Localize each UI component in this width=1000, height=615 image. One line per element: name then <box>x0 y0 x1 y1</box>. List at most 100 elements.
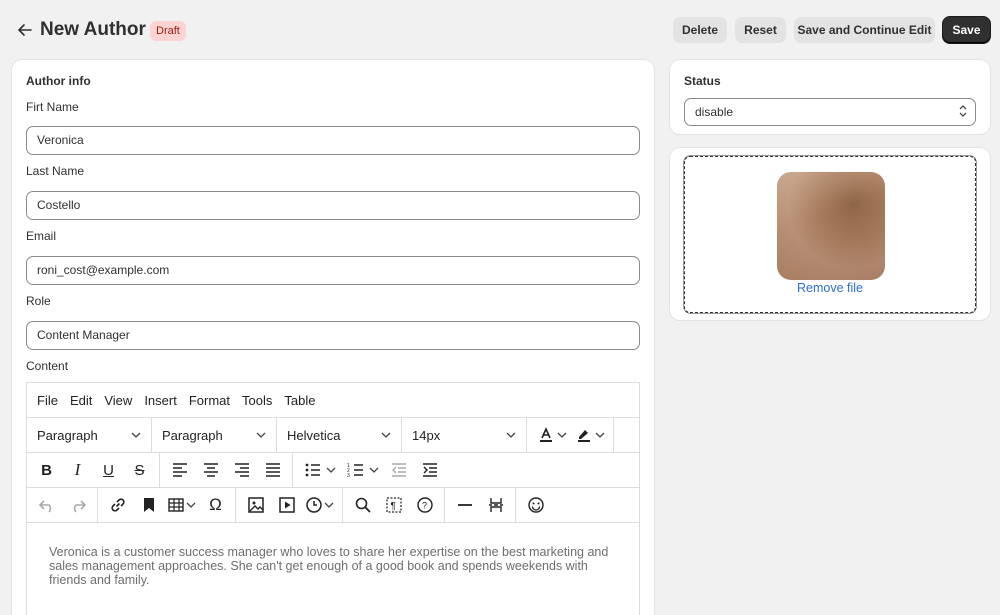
help-icon[interactable]: ? <box>409 490 440 520</box>
email-label: Email <box>26 229 57 243</box>
menu-edit[interactable]: Edit <box>70 393 92 408</box>
align-left-icon[interactable] <box>164 455 195 485</box>
email-input[interactable]: roni_cost@example.com <box>26 256 640 285</box>
media-icon[interactable] <box>271 490 302 520</box>
font-family-select[interactable]: Helvetica <box>277 417 402 453</box>
status-value: disable <box>695 105 734 119</box>
content-label: Content <box>26 359 69 373</box>
link-group: Ω <box>98 487 236 523</box>
text-style-group: B I U S <box>27 452 160 488</box>
bold-icon[interactable]: B <box>31 455 62 485</box>
chevron-down-icon <box>131 432 141 438</box>
align-group <box>160 452 293 488</box>
insert-group <box>445 487 516 523</box>
toolbar-row-1: Paragraph Paragraph Helvetica 14px <box>27 417 639 453</box>
indent-icon[interactable] <box>414 455 445 485</box>
highlight-color-icon[interactable] <box>571 420 597 450</box>
bookmark-icon[interactable] <box>133 490 164 520</box>
font-size-value: 14px <box>412 427 441 443</box>
page-title: New Author <box>40 19 146 40</box>
first-name-input[interactable]: Veronica <box>26 126 640 155</box>
save-button[interactable]: Save <box>943 17 990 43</box>
clock-icon[interactable] <box>302 490 326 520</box>
numbered-list-icon[interactable]: 123 <box>340 455 371 485</box>
media-group <box>236 487 343 523</box>
history-group <box>27 487 98 523</box>
file-dropzone[interactable]: Remove file <box>684 156 976 313</box>
section-title: Author info <box>26 74 91 88</box>
save-and-continue-button[interactable]: Save and Continue Edit <box>794 17 935 43</box>
strikethrough-icon[interactable]: S <box>124 455 155 485</box>
first-name-label: Firt Name <box>26 100 79 114</box>
menu-view[interactable]: View <box>104 393 132 408</box>
menu-insert[interactable]: Insert <box>144 393 177 408</box>
emoji-group <box>516 488 555 523</box>
link-icon[interactable] <box>102 490 133 520</box>
outdent-icon[interactable] <box>383 455 414 485</box>
special-character-icon[interactable]: Ω <box>200 490 231 520</box>
chevron-down-icon[interactable] <box>326 465 336 475</box>
svg-text:3: 3 <box>347 473 350 479</box>
author-info-card: Author info Firt Name Veronica Last Name… <box>12 60 654 615</box>
status-card: Status disable <box>670 60 990 134</box>
tools-group: ¶ ? <box>343 487 445 523</box>
page-break-icon[interactable] <box>480 490 511 520</box>
underline-icon[interactable]: U <box>93 455 124 485</box>
svg-text:¶: ¶ <box>390 501 395 512</box>
undo-icon[interactable] <box>31 490 62 520</box>
text-color-icon[interactable] <box>533 420 559 450</box>
menu-format[interactable]: Format <box>189 393 230 408</box>
page-header: New Author Draft Delete Reset Save and C… <box>0 0 1000 60</box>
block-format-select[interactable]: Paragraph <box>27 417 152 453</box>
paragraph-select[interactable]: Paragraph <box>152 417 277 453</box>
search-icon[interactable] <box>347 490 378 520</box>
back-arrow-icon[interactable] <box>16 21 34 39</box>
list-group: 123 <box>293 453 449 488</box>
status-select[interactable]: disable <box>684 98 976 126</box>
italic-icon[interactable]: I <box>62 455 93 485</box>
chevron-down-icon[interactable] <box>324 500 334 510</box>
editor-content[interactable]: Veronica is a customer success manager w… <box>27 523 639 587</box>
chevron-down-icon <box>381 432 391 438</box>
chevron-down-icon[interactable] <box>557 430 567 440</box>
paragraph-value: Paragraph <box>162 427 223 443</box>
last-name-input[interactable]: Costello <box>26 191 640 220</box>
table-icon[interactable] <box>164 490 188 520</box>
menu-file[interactable]: File <box>37 393 58 408</box>
emoji-icon[interactable] <box>520 490 551 520</box>
align-right-icon[interactable] <box>226 455 257 485</box>
toolbar-row-3: Ω ¶ ? <box>27 487 639 523</box>
author-photo <box>777 172 885 280</box>
remove-file-link[interactable]: Remove file <box>685 281 975 295</box>
image-icon[interactable] <box>240 490 271 520</box>
status-badge: Draft <box>150 21 186 41</box>
color-group <box>527 417 614 453</box>
select-arrows-icon <box>959 104 967 120</box>
svg-text:?: ? <box>422 501 427 511</box>
block-format-value: Paragraph <box>37 427 98 443</box>
menu-tools[interactable]: Tools <box>242 393 272 408</box>
align-center-icon[interactable] <box>195 455 226 485</box>
toolbar-row-2: B I U S 123 <box>27 452 639 488</box>
font-family-value: Helvetica <box>287 427 341 443</box>
chevron-down-icon[interactable] <box>186 500 196 510</box>
last-name-label: Last Name <box>26 164 85 178</box>
editor-menubar: File Edit View Insert Format Tools Table <box>27 383 639 418</box>
show-blocks-icon[interactable]: ¶ <box>378 490 409 520</box>
font-size-select[interactable]: 14px <box>402 417 527 453</box>
redo-icon[interactable] <box>62 490 93 520</box>
menu-table[interactable]: Table <box>284 393 315 408</box>
chevron-down-icon <box>256 432 266 438</box>
chevron-down-icon <box>506 432 516 438</box>
horizontal-rule-icon[interactable] <box>449 490 480 520</box>
role-input[interactable]: Content Manager <box>26 321 640 350</box>
align-justify-icon[interactable] <box>257 455 288 485</box>
role-label: Role <box>26 294 51 308</box>
rich-text-editor: File Edit View Insert Format Tools Table… <box>26 382 640 615</box>
chevron-down-icon[interactable] <box>369 465 379 475</box>
reset-button[interactable]: Reset <box>735 17 786 43</box>
chevron-down-icon[interactable] <box>595 430 605 440</box>
bullet-list-icon[interactable] <box>297 455 328 485</box>
delete-button[interactable]: Delete <box>673 17 727 43</box>
upload-card: Remove file <box>670 148 990 320</box>
